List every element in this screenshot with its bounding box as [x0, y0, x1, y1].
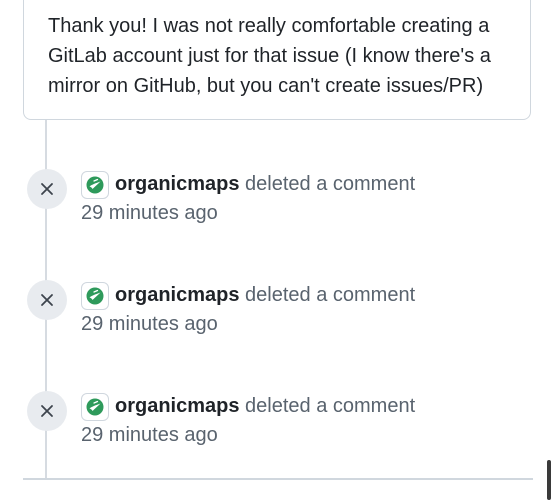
event-action: deleted a comment	[245, 173, 416, 195]
scrollbar-thumb[interactable]	[547, 460, 551, 500]
timeline-end-divider	[23, 478, 533, 480]
organicmaps-avatar-icon[interactable]	[81, 171, 109, 199]
x-icon	[27, 169, 67, 209]
comment-body: Thank you! I was not really comfortable …	[48, 11, 518, 101]
event-summary: organicmaps deleted a comment	[115, 171, 415, 197]
comment-text: Thank you! I was not really comfortable …	[48, 15, 491, 97]
x-icon	[27, 280, 67, 320]
event-timestamp[interactable]: 29 minutes ago	[81, 200, 218, 226]
event-summary: organicmaps deleted a comment	[115, 393, 415, 419]
comment-card: Thank you! I was not really comfortable …	[23, 0, 531, 120]
event-timestamp[interactable]: 29 minutes ago	[81, 422, 218, 448]
event-timestamp[interactable]: 29 minutes ago	[81, 311, 218, 337]
issue-timeline: Thank you! I was not really comfortable …	[0, 0, 556, 500]
username-link[interactable]: organicmaps	[115, 395, 239, 417]
username-link[interactable]: organicmaps	[115, 173, 239, 195]
event-action: deleted a comment	[245, 284, 416, 306]
timeline-event: organicmaps deleted a comment 29 minutes…	[0, 280, 556, 350]
event-action: deleted a comment	[245, 395, 416, 417]
organicmaps-avatar-icon[interactable]	[81, 282, 109, 310]
timeline-event: organicmaps deleted a comment 29 minutes…	[0, 169, 556, 239]
event-summary: organicmaps deleted a comment	[115, 282, 415, 308]
username-link[interactable]: organicmaps	[115, 284, 239, 306]
timeline-event: organicmaps deleted a comment 29 minutes…	[0, 391, 556, 461]
organicmaps-avatar-icon[interactable]	[81, 393, 109, 421]
x-icon	[27, 391, 67, 431]
